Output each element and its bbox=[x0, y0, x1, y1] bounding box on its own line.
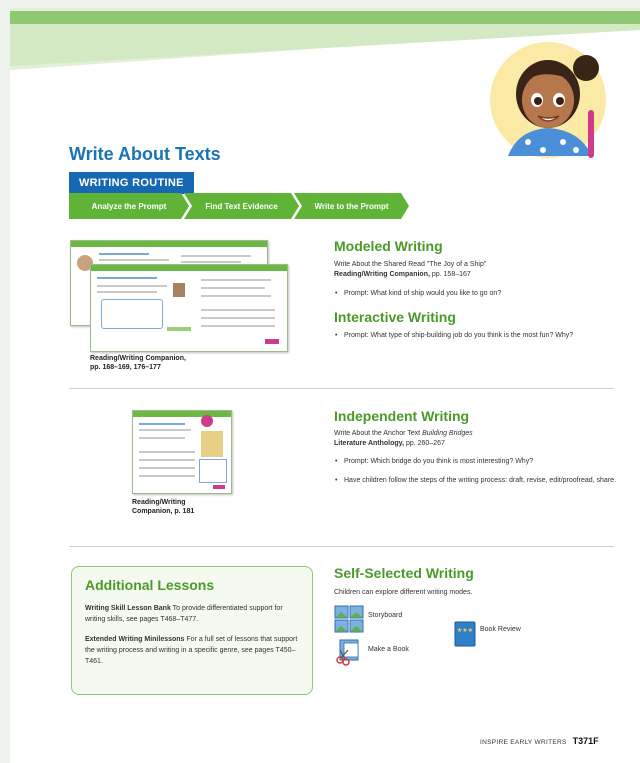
independent-writing-prompt: Prompt: Which bridge do you think is mos… bbox=[334, 457, 624, 467]
independent-writing-process-note: Have children follow the steps of the wr… bbox=[334, 476, 624, 486]
svg-text:★★★: ★★★ bbox=[457, 627, 473, 634]
additional-lessons-box: Additional Lessons Writing Skill Lesson … bbox=[71, 566, 313, 695]
step-find-text-evidence: Find Text Evidence bbox=[184, 193, 299, 219]
storyboard-icon bbox=[334, 605, 364, 633]
book-review-icon: ★★★ bbox=[454, 621, 476, 647]
make-a-book-label: Make a Book bbox=[368, 646, 409, 653]
teacher-edition-page: Write About Texts WRITING ROUTINE Analyz… bbox=[10, 8, 640, 763]
independent-thumbnail-caption: Reading/Writing Companion, p. 181 bbox=[132, 499, 195, 515]
self-selected-intro: Children can explore different writing m… bbox=[334, 589, 473, 596]
extended-writing-minilessons: Extended Writing Minilessons For a full … bbox=[85, 636, 298, 665]
independent-writing-source: Write About the Anchor Text Building Bri… bbox=[334, 430, 473, 447]
modeled-writing-source: Write About the Shared Read "The Joy of … bbox=[334, 261, 487, 278]
self-selected-writing-heading: Self-Selected Writing bbox=[334, 565, 474, 581]
writing-skill-lesson-bank: Writing Skill Lesson Bank To provide dif… bbox=[85, 605, 283, 623]
child-character-illustration bbox=[490, 42, 606, 158]
page-title: Write About Texts bbox=[69, 144, 221, 164]
modeled-thumbnail-caption: Reading/Writing Companion, pp. 168–169, … bbox=[90, 355, 186, 371]
modeled-writing-heading: Modeled Writing bbox=[334, 238, 443, 254]
writing-routine-label: WRITING ROUTINE bbox=[69, 172, 194, 194]
writing-routine-steps: Analyze the Prompt Find Text Evidence Wr… bbox=[69, 193, 409, 219]
page-footer: INSPIRE EARLY WRITERS T371F bbox=[480, 736, 599, 746]
additional-lessons-title: Additional Lessons bbox=[85, 577, 215, 593]
make-a-book-icon bbox=[336, 639, 359, 666]
independent-writing-heading: Independent Writing bbox=[334, 408, 470, 424]
interactive-writing-heading: Interactive Writing bbox=[334, 309, 456, 325]
book-review-label: Book Review bbox=[480, 626, 521, 633]
anchor-text-thumbnail bbox=[132, 410, 232, 494]
interactive-writing-prompt: Prompt: What type of ship-building job d… bbox=[334, 331, 624, 341]
step-write-to-prompt: Write to the Prompt bbox=[294, 193, 409, 219]
step-analyze-prompt: Analyze the Prompt bbox=[69, 193, 189, 219]
companion-thumbnail-front bbox=[90, 264, 288, 352]
modeled-writing-prompt: Prompt: What kind of ship would you like… bbox=[334, 289, 624, 299]
section-divider bbox=[69, 388, 614, 389]
section-divider bbox=[69, 546, 614, 547]
storyboard-label: Storyboard bbox=[368, 612, 403, 619]
